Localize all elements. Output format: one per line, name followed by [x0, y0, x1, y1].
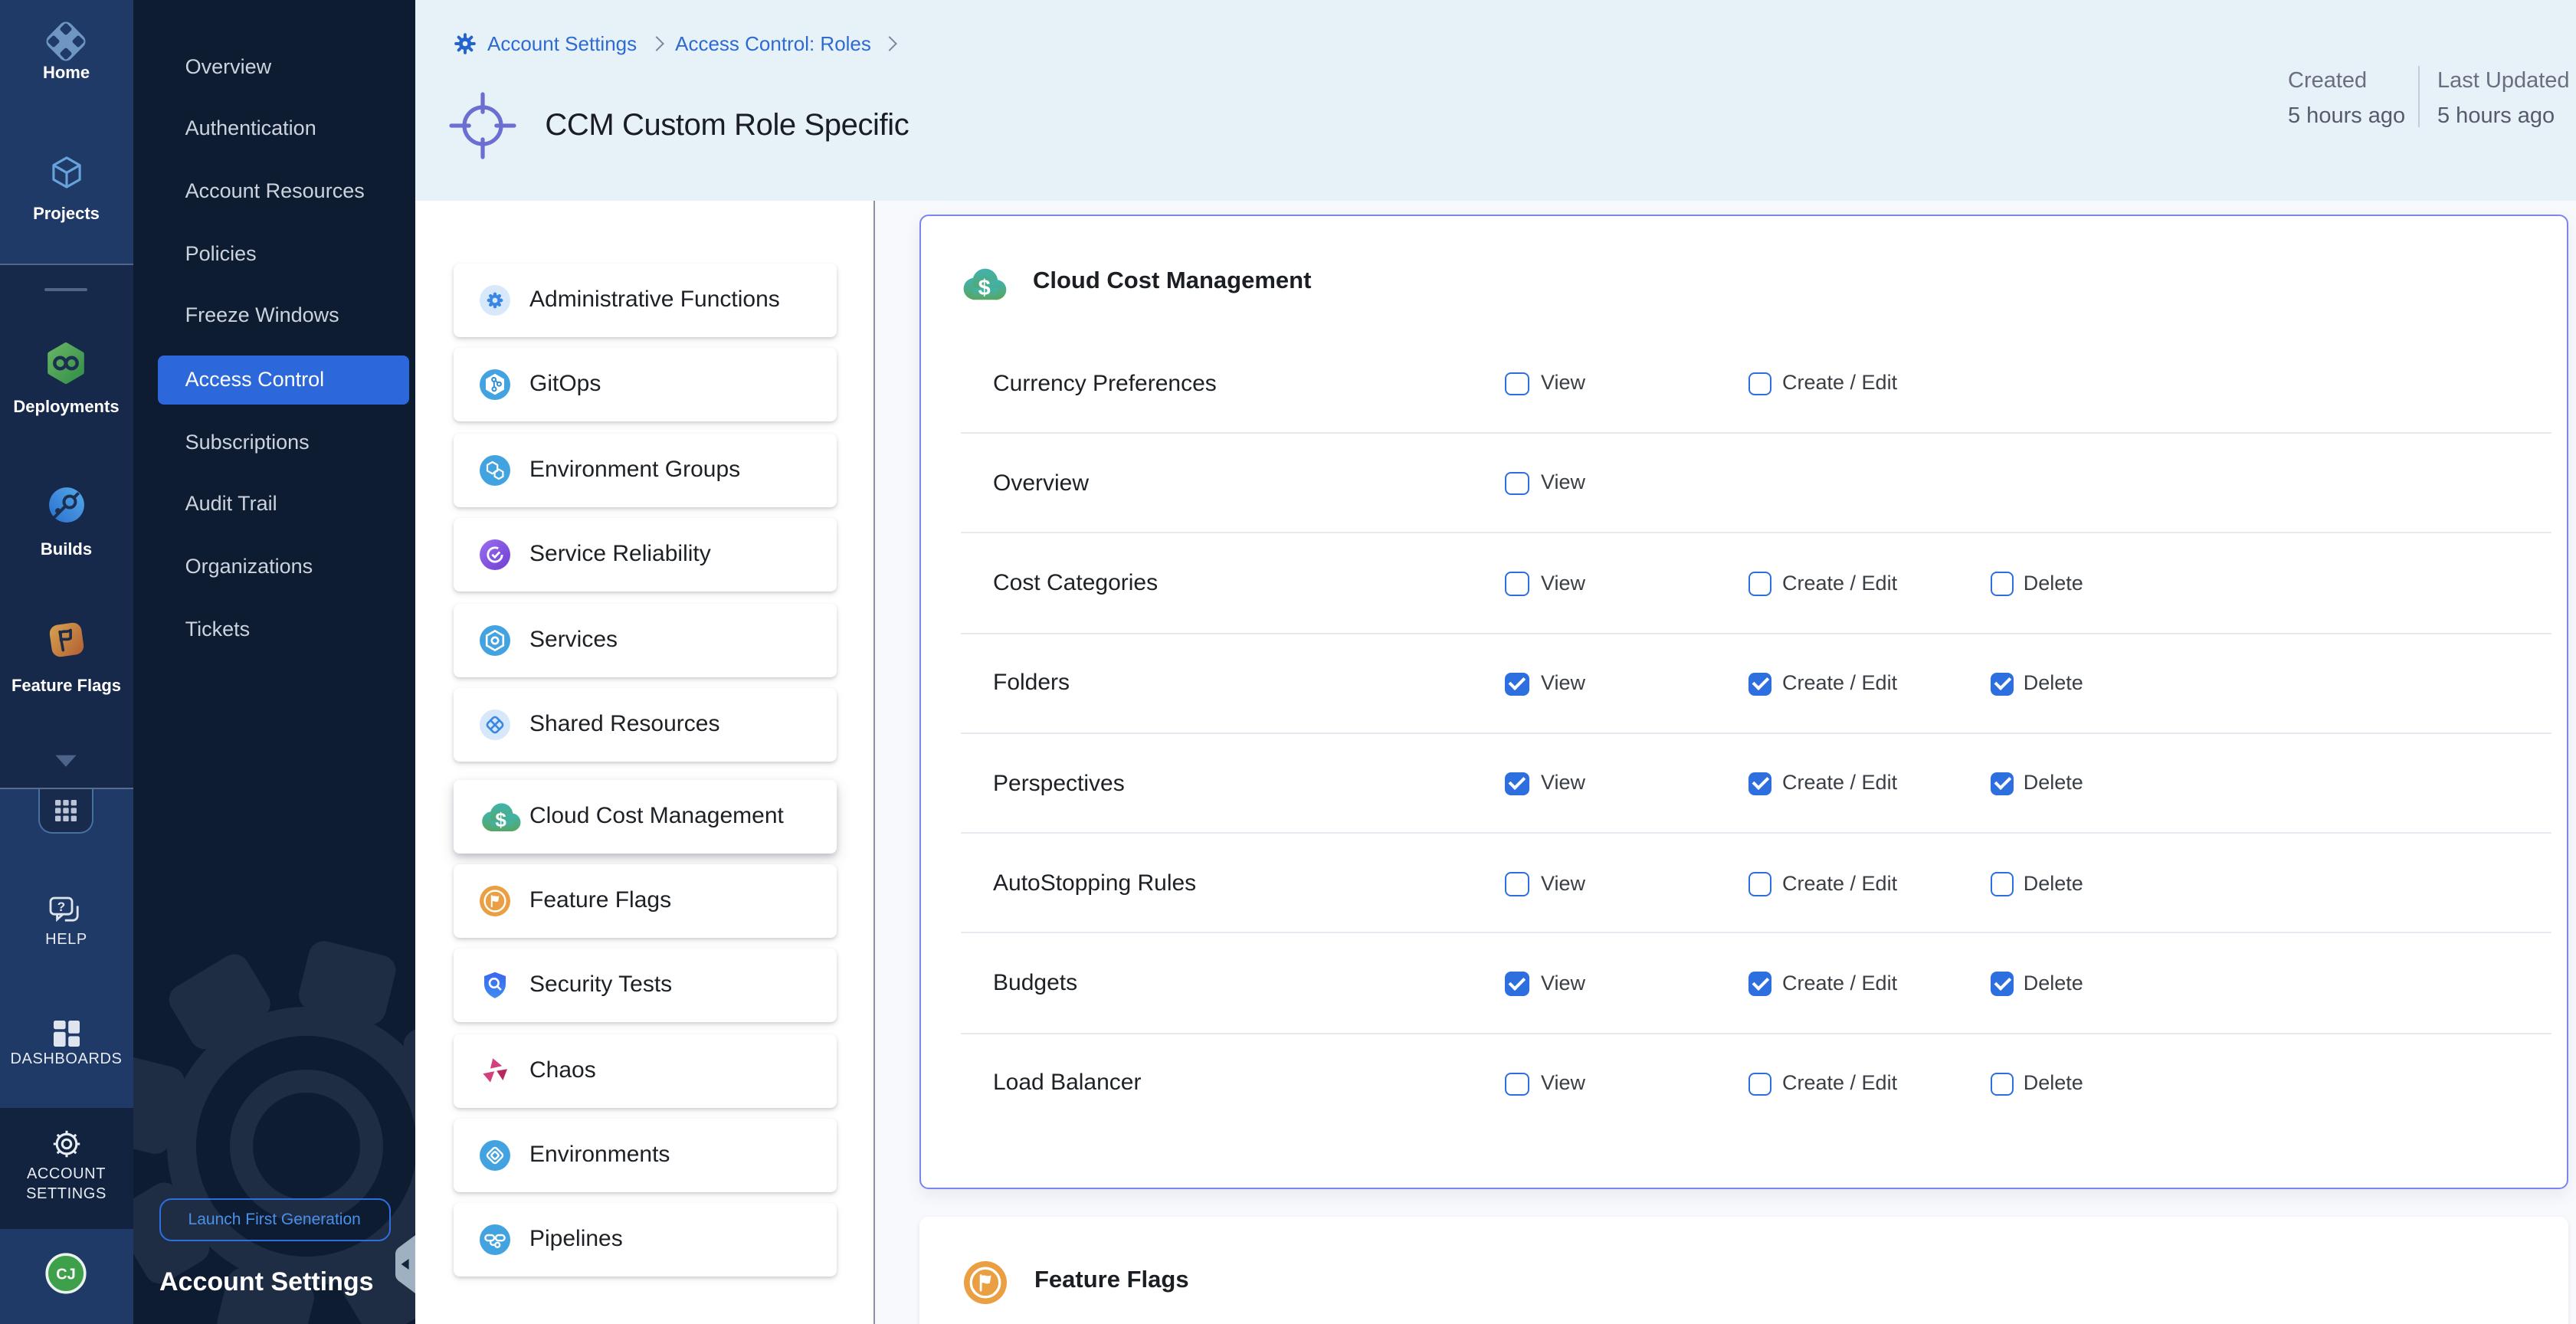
- svg-text:$: $: [494, 808, 506, 831]
- svg-text:?: ?: [57, 900, 65, 914]
- svg-text:CJ: CJ: [57, 1267, 77, 1283]
- svg-text:$: $: [978, 275, 991, 300]
